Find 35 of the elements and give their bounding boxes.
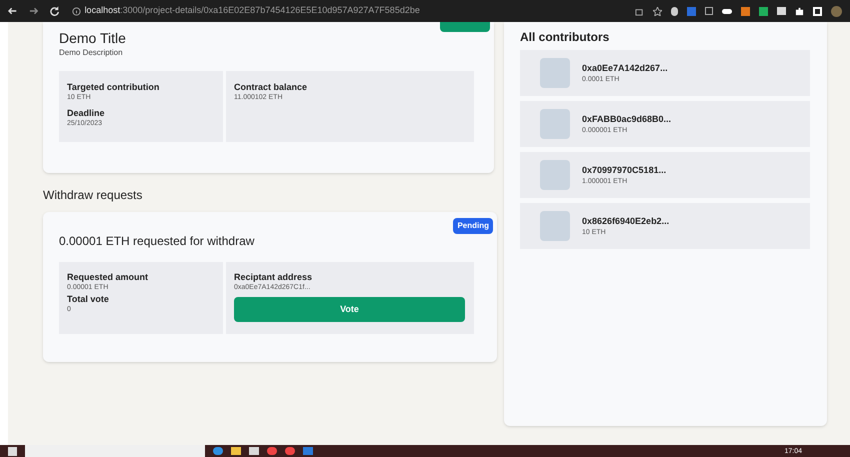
avatar-placeholder bbox=[540, 58, 570, 88]
profile-avatar[interactable] bbox=[831, 6, 842, 16]
contributor-address: 0xa0Ee7A142d267... bbox=[582, 62, 668, 74]
avatar-placeholder bbox=[540, 160, 570, 190]
address-bar[interactable]: localhost:3000/project-details/0xa16E02E87b7454126E5E10d957A927A7F585d2be bbox=[72, 4, 623, 18]
section-heading: Withdraw requests bbox=[43, 187, 144, 204]
puzzle-icon[interactable] bbox=[795, 6, 804, 16]
contributors-heading: All contributors bbox=[520, 29, 610, 46]
reload-icon[interactable] bbox=[50, 6, 60, 16]
star-icon[interactable] bbox=[653, 6, 662, 16]
vote-button[interactable]: Vote bbox=[234, 297, 465, 322]
project-description: Demo Description bbox=[59, 47, 124, 59]
info-icon bbox=[72, 6, 81, 16]
start-icon[interactable] bbox=[8, 446, 17, 456]
stat-label: Contract balance bbox=[234, 81, 308, 93]
avatar-placeholder bbox=[540, 211, 570, 241]
contributor-address: 0x8626f6940E2eb2... bbox=[582, 214, 670, 228]
project-title: Demo Title bbox=[59, 30, 127, 46]
forward-icon[interactable] bbox=[29, 6, 38, 16]
contributor-address: 0x70997970C5181... bbox=[582, 164, 666, 176]
sidebar-icon[interactable] bbox=[813, 6, 822, 16]
avatar-placeholder bbox=[540, 109, 570, 139]
status-badge: Pending bbox=[453, 218, 493, 234]
extension-icon[interactable] bbox=[705, 7, 713, 15]
url-text: localhost:3000/project-details/0xa16E02E87b7454126E5E10d957A927A7F585d2be bbox=[84, 4, 420, 18]
stat-label: Requested amount bbox=[67, 271, 150, 283]
share-icon[interactable] bbox=[635, 6, 644, 16]
stat-label: Total vote bbox=[67, 293, 110, 305]
request-title: 0.00001 ETH requested for withdraw bbox=[59, 233, 256, 250]
stat-label: Targeted contribution bbox=[67, 81, 160, 93]
search-field[interactable] bbox=[25, 445, 205, 457]
back-icon[interactable] bbox=[8, 6, 18, 16]
stat-label: Reciptant address bbox=[234, 271, 314, 283]
contributor-address: 0xFABB0ac9d68B0... bbox=[582, 112, 672, 126]
stat-label: Deadline bbox=[67, 107, 106, 119]
